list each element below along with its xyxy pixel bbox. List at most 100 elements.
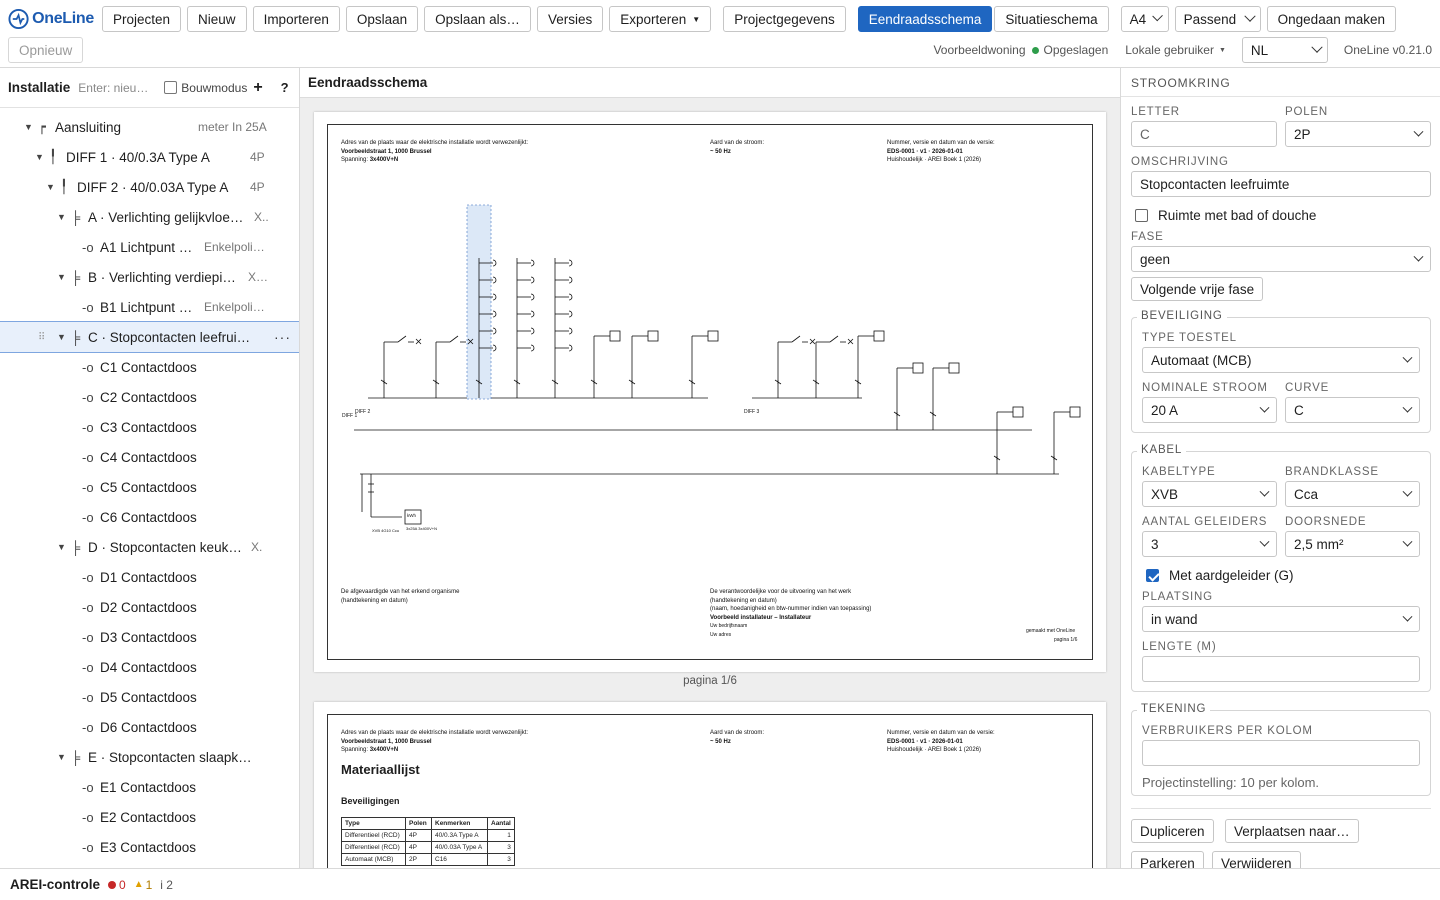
poles-select[interactable]: 2P bbox=[1285, 121, 1431, 147]
zoom-select[interactable]: Passend bbox=[1174, 6, 1261, 32]
add-node-button[interactable]: + bbox=[253, 79, 262, 97]
project-data-button[interactable]: Projectgegevens bbox=[723, 6, 846, 32]
tree-item-circuit[interactable]: ▼ ╞ E · Stopcontacten slaapk… bbox=[0, 742, 299, 772]
help-button[interactable]: ? bbox=[281, 80, 289, 95]
collapse-toggle-icon[interactable]: ▼ bbox=[35, 152, 47, 162]
doc-value: EDS-0001 · v1 · 2026-01-01 bbox=[887, 738, 963, 745]
duplicate-button[interactable]: Dupliceren bbox=[1131, 819, 1214, 843]
collapse-toggle-icon[interactable]: ▼ bbox=[57, 332, 69, 342]
collapse-toggle-icon[interactable]: ▼ bbox=[46, 182, 58, 192]
length-input[interactable] bbox=[1142, 656, 1420, 682]
tree-item-load[interactable]: -o C3 Contactdoos bbox=[0, 412, 299, 442]
resp-label: De verantwoordelijke voor de uitvoering … bbox=[710, 589, 852, 595]
collapse-toggle-icon[interactable]: ▼ bbox=[57, 272, 69, 282]
fire-class-select[interactable]: Cca bbox=[1285, 481, 1420, 507]
export-button[interactable]: Exporteren ▼ bbox=[609, 6, 712, 32]
nominal-current-select[interactable]: 20 A bbox=[1142, 397, 1277, 423]
tree-item-circuit[interactable]: ▼ ╞ D · Stopcontacten keuk… X. bbox=[0, 532, 299, 562]
tree-item-load[interactable]: -o D2 Contactdoos bbox=[0, 592, 299, 622]
collapse-toggle-icon[interactable]: ▼ bbox=[57, 752, 69, 762]
tree-item-circuit[interactable]: ▼ ╞ A · Verlichting gelijkvloe… X.. bbox=[0, 202, 299, 232]
earth-checkbox-row[interactable]: Met aardgeleider (G) bbox=[1146, 568, 1294, 583]
tree-item-load[interactable]: -o A1 Lichtpunt … Enkelpoli… bbox=[0, 232, 299, 262]
tree-item-load[interactable]: -o C1 Contactdoos bbox=[0, 352, 299, 382]
collapse-toggle-icon[interactable]: ▼ bbox=[57, 542, 69, 552]
tree-item-load[interactable]: -o E1 Contactdoos bbox=[0, 772, 299, 802]
org-label: De afgevaardigde van het erkend organism… bbox=[341, 589, 460, 595]
device-type-select[interactable]: Automaat (MCB) bbox=[1142, 347, 1420, 373]
schematic-mark bbox=[530, 344, 535, 352]
conductors-select[interactable]: 3 bbox=[1142, 531, 1277, 557]
bathroom-checkbox[interactable] bbox=[1135, 209, 1148, 222]
more-options-icon[interactable]: ··· bbox=[274, 329, 291, 345]
tree-item-connection[interactable]: ▼ ┍ Aansluiting meter In 25A bbox=[0, 112, 299, 142]
tree-item-load[interactable]: -o C6 Contactdoos bbox=[0, 502, 299, 532]
app-logo[interactable]: OneLine bbox=[8, 8, 94, 30]
schematic-mark bbox=[492, 293, 497, 301]
tree-item-load[interactable]: -o D6 Contactdoos bbox=[0, 712, 299, 742]
undo-button[interactable]: Ongedaan maken bbox=[1266, 6, 1396, 32]
tree-item-diff[interactable]: ▼ ╿ DIFF 1 · 40/0.3A Type A 4P bbox=[0, 142, 299, 172]
load-icon: -o bbox=[82, 659, 94, 675]
redo-button[interactable]: Opnieuw bbox=[8, 37, 84, 63]
placement-select[interactable]: in wand bbox=[1142, 606, 1420, 632]
tree-item-load[interactable]: -o E2 Contactdoos bbox=[0, 802, 299, 832]
curve-select[interactable]: C bbox=[1285, 397, 1420, 423]
arei-check-bar[interactable]: AREI-controle 0 ▲ 1 i 2 bbox=[0, 868, 1440, 900]
tree-item-load[interactable]: -o D3 Contactdoos bbox=[0, 622, 299, 652]
schematic-mark bbox=[415, 338, 422, 345]
language-select[interactable]: NL bbox=[1241, 37, 1328, 63]
app-name: OneLine bbox=[32, 10, 94, 27]
earth-checkbox[interactable] bbox=[1146, 569, 1159, 582]
tree-item-load[interactable]: -o D1 Contactdoos bbox=[0, 562, 299, 592]
load-icon: -o bbox=[82, 629, 94, 645]
drag-handle-icon[interactable]: ⠿ bbox=[38, 332, 45, 343]
new-button[interactable]: Nieuw bbox=[187, 6, 247, 32]
next-free-phase-button[interactable]: Volgende vrije fase bbox=[1131, 277, 1264, 301]
delete-button[interactable]: Verwijderen bbox=[1212, 851, 1301, 868]
cross-section-select[interactable]: 2,5 mm² bbox=[1285, 531, 1420, 557]
build-mode-checkbox[interactable] bbox=[164, 81, 178, 94]
letter-input[interactable]: C bbox=[1131, 121, 1277, 147]
move-to-button[interactable]: Verplaatsen naar… bbox=[1225, 819, 1359, 843]
collapse-toggle-icon[interactable]: ▼ bbox=[24, 122, 36, 132]
tree-item-load[interactable]: -o D5 Contactdoos bbox=[0, 682, 299, 712]
tree-item-load[interactable]: -o B1 Lichtpunt … Enkelpoli… bbox=[0, 292, 299, 322]
tree-item-label: E2 Contactdoos bbox=[100, 809, 197, 825]
tree-item-label: DIFF 1 · 40/0.3A Type A bbox=[66, 149, 210, 165]
paper-size-select[interactable]: A4 bbox=[1120, 6, 1169, 32]
site-plan-tab[interactable]: Situatieschema bbox=[994, 6, 1109, 32]
phase-select[interactable]: geen bbox=[1131, 246, 1431, 272]
device-type-value: Automaat (MCB) bbox=[1151, 352, 1252, 368]
load-icon: -o bbox=[82, 569, 94, 585]
save-button[interactable]: Opslaan bbox=[345, 6, 419, 32]
tree-item-selected[interactable]: ⠿ ▼ ╞ C · Stopcontacten leefrui… ··· bbox=[0, 321, 299, 353]
collapse-toggle-icon[interactable]: ▼ bbox=[57, 212, 69, 222]
projects-button[interactable]: Projecten bbox=[102, 6, 182, 32]
tree-item-load[interactable]: -o C2 Contactdoos bbox=[0, 382, 299, 412]
cable-type-select[interactable]: XVB bbox=[1142, 481, 1277, 507]
save-as-button[interactable]: Opslaan als… bbox=[424, 6, 531, 32]
park-button[interactable]: Parkeren bbox=[1131, 851, 1204, 868]
import-button[interactable]: Importeren bbox=[252, 6, 340, 32]
schematic-mark bbox=[912, 362, 924, 374]
tree-item-diff[interactable]: ▼ ╿ DIFF 2 · 40/0.03A Type A 4P bbox=[0, 172, 299, 202]
build-mode-toggle[interactable]: Bouwmodus bbox=[164, 81, 247, 95]
description-input[interactable]: Stopcontacten leefruimte bbox=[1131, 171, 1431, 197]
versions-button[interactable]: Versies bbox=[536, 6, 604, 32]
user-menu[interactable]: Lokale gebruiker bbox=[1125, 43, 1214, 57]
schematic-mark bbox=[791, 335, 801, 343]
chevron-down-icon bbox=[1243, 10, 1256, 22]
current-label: Aard van de stroom: bbox=[710, 730, 765, 736]
tree-item-load[interactable]: -o C5 Contactdoos bbox=[0, 472, 299, 502]
single-line-tab[interactable]: Eendraadsschema bbox=[857, 6, 993, 32]
tree-item-circuit[interactable]: ▼ ╞ B · Verlichting verdiepi… X… bbox=[0, 262, 299, 292]
tree-item-load[interactable]: -o D4 Contactdoos bbox=[0, 652, 299, 682]
info-count: i 2 bbox=[160, 877, 173, 892]
new-node-input[interactable]: Enter: nieu… bbox=[78, 81, 150, 95]
bathroom-checkbox-row[interactable]: Ruimte met bad of douche bbox=[1135, 208, 1316, 223]
consumers-per-column-input[interactable] bbox=[1142, 740, 1420, 766]
tree-item-load[interactable]: -o E3 Contactdoos bbox=[0, 832, 299, 862]
resp-sub2: (naam, hoedanigheid en btw-nummer indien… bbox=[710, 606, 872, 612]
tree-item-load[interactable]: -o C4 Contactdoos bbox=[0, 442, 299, 472]
